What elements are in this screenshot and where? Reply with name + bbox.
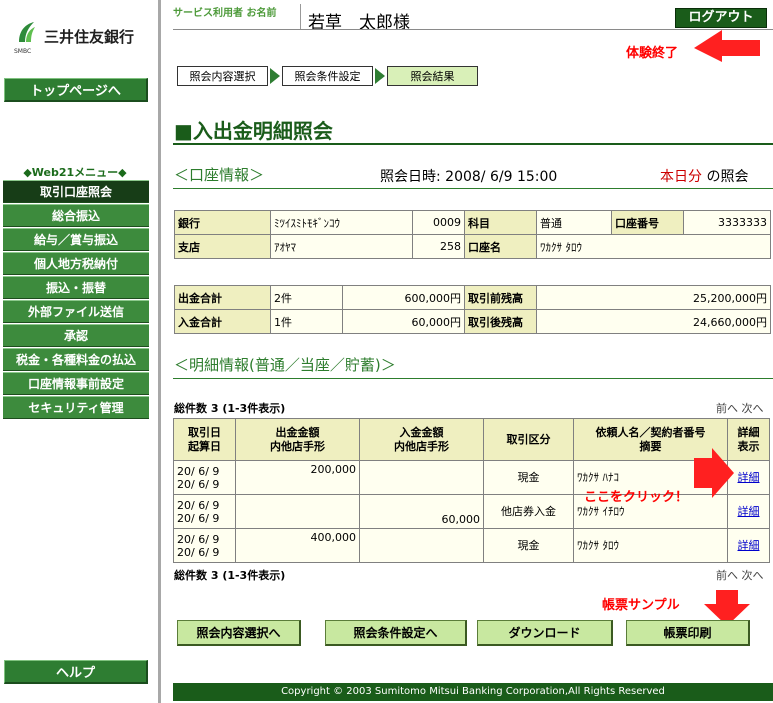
- footer-copyright: Copyright © 2003 Sumitomo Mitsui Banking…: [173, 683, 773, 701]
- row-date: 20/ 6/ 9: [177, 464, 220, 478]
- branch-value: ｱｵﾔﾏ: [270, 234, 413, 259]
- header-rule: [173, 29, 773, 30]
- row-value-date: 20/ 6/ 9: [177, 511, 220, 525]
- row-date: 20/ 6/ 9: [177, 532, 220, 546]
- menu-item-tax-payment[interactable]: 税金・各種料金の払込: [3, 348, 149, 371]
- header-divider: [300, 4, 301, 30]
- account-section-rule: [173, 188, 773, 189]
- back-to-content-button[interactable]: 照会内容選択へ: [177, 620, 301, 646]
- sidebar: SMBC 三井住友銀行 トップページへ ◆Web21メニュー◆ 取引口座照会 総…: [0, 0, 160, 703]
- col-kind: 取引区分: [483, 418, 574, 461]
- account-number-label: 口座番号: [611, 210, 684, 235]
- pager-bottom[interactable]: 前へ 次へ: [716, 567, 764, 583]
- bank-name: 三井住友銀行: [44, 28, 135, 46]
- download-button[interactable]: ダウンロード: [477, 620, 613, 646]
- menu-item-external-file[interactable]: 外部ファイル送信: [3, 300, 149, 323]
- row-value-date: 20/ 6/ 9: [177, 545, 220, 559]
- row-payer: ﾜｶｸｻ ﾀﾛｳ: [573, 528, 728, 563]
- menu-item-transfer[interactable]: 振込・振替: [3, 276, 149, 299]
- menu-item-account-inquiry[interactable]: 取引口座照会: [3, 180, 149, 203]
- balance-before-value: 25,200,000円: [536, 285, 771, 310]
- in-total-count: 1件: [270, 309, 343, 334]
- account-number-value: 3333333: [683, 210, 771, 235]
- print-report-button[interactable]: 帳票印刷: [626, 620, 750, 646]
- in-total-label: 入金合計: [174, 309, 271, 334]
- row-date: 20/ 6/ 9: [177, 498, 220, 512]
- total-count-top: 総件数 3 (1-3件表示): [174, 402, 286, 415]
- page-title: ■入出金明細照会: [174, 119, 333, 143]
- col-date: 取引日 起算日: [173, 418, 236, 461]
- menu-item-local-tax[interactable]: 個人地方税納付: [3, 252, 149, 275]
- step-arrow-icon: [270, 68, 280, 84]
- total-count-bottom: 総件数 3 (1-3件表示): [174, 569, 286, 582]
- pager-top[interactable]: 前へ 次へ: [716, 400, 764, 416]
- side-menu: 取引口座照会 総合振込 給与／賞与振込 個人地方税納付 振込・振替 外部ファイル…: [3, 180, 149, 420]
- sample-note: 帳票サンプル: [602, 598, 680, 613]
- row-kind: 現金: [483, 528, 574, 563]
- menu-item-general-transfer[interactable]: 総合振込: [3, 204, 149, 227]
- detail-link[interactable]: 詳細: [738, 539, 760, 552]
- balance-after-value: 24,660,000円: [536, 309, 771, 334]
- detail-section-rule: [173, 378, 773, 379]
- balance-after-label: 取引後残高: [464, 309, 537, 334]
- detail-section-title: ＜明細情報(普通／当座／貯蓄)＞: [174, 356, 396, 374]
- row-in-other: 60,000: [441, 513, 481, 526]
- bank-value: ﾐﾂｲｽﾐﾄﾓｷﾞﾝｺｳ: [270, 210, 413, 235]
- step-select-content: 照会内容選択: [177, 66, 268, 86]
- row-kind: 現金: [483, 460, 574, 495]
- col-out: 出金金額 内他店手形: [235, 418, 360, 461]
- row-out: 200,000: [310, 463, 357, 476]
- red-arrow-right-icon: [694, 448, 734, 498]
- detail-link[interactable]: 詳細: [738, 471, 760, 484]
- balance-before-label: 取引前残高: [464, 285, 537, 310]
- menu-item-approval[interactable]: 承認: [3, 324, 149, 347]
- bank-label: 銀行: [174, 210, 271, 235]
- branch-label: 支店: [174, 234, 271, 259]
- row-value-date: 20/ 6/ 9: [177, 477, 220, 491]
- logout-button[interactable]: ログアウト: [675, 8, 767, 28]
- inquiry-datetime: 照会日時: 2008/ 6/9 15:00: [380, 169, 558, 185]
- help-button[interactable]: ヘルプ: [4, 660, 148, 684]
- subject-label: 科目: [464, 210, 537, 235]
- red-arrow-icon: [694, 30, 760, 62]
- in-total-amount: 60,000円: [342, 309, 465, 334]
- user-name-label: サービス利用者 お名前: [173, 8, 277, 19]
- account-name-label: 口座名: [464, 234, 537, 259]
- top-page-button[interactable]: トップページへ: [4, 78, 148, 102]
- sidebar-divider: [158, 0, 161, 703]
- account-section-title: ＜口座情報＞: [174, 166, 265, 184]
- detail-link[interactable]: 詳細: [738, 505, 760, 518]
- col-in: 入金金額 内他店手形: [359, 418, 484, 461]
- menu-item-account-presetting[interactable]: 口座情報事前設定: [3, 372, 149, 395]
- out-total-count: 2件: [270, 285, 343, 310]
- back-to-conditions-button[interactable]: 照会条件設定へ: [325, 620, 467, 646]
- bank-code: 0009: [412, 210, 465, 235]
- click-here-note: ここをクリック！: [584, 490, 689, 505]
- row-kind: 他店券入金: [483, 494, 574, 529]
- title-rule: [173, 143, 773, 145]
- totals-table: 出金合計 2件 600,000円 取引前残高 25,200,000円 入金合計 …: [174, 285, 771, 334]
- inquiry-scope: 本日分 の照会: [660, 166, 748, 186]
- step-arrow-icon: [375, 68, 385, 84]
- out-total-amount: 600,000円: [342, 285, 465, 310]
- step-set-conditions: 照会条件設定: [282, 66, 373, 86]
- smbc-logo-icon: [19, 22, 35, 42]
- step-results: 照会結果: [387, 66, 478, 86]
- branch-code: 258: [412, 234, 465, 259]
- table-row: 20/ 6/ 9 20/ 6/ 9 400,000 現金 ﾜｶｸｻ ﾀﾛｳ 詳細: [173, 528, 770, 563]
- menu-item-security[interactable]: セキュリティ管理: [3, 396, 149, 419]
- account-table: 銀行 ﾐﾂｲｽﾐﾄﾓｷﾞﾝｺｳ 0009 科目 普通 口座番号 3333333 …: [174, 210, 771, 259]
- inquiry-scope-today: 本日分: [660, 169, 702, 185]
- row-out: 400,000: [310, 531, 357, 544]
- logo-sub: SMBC: [14, 48, 32, 55]
- step-breadcrumb: 照会内容選択 照会条件設定 照会結果: [177, 66, 478, 86]
- out-total-label: 出金合計: [174, 285, 271, 310]
- menu-item-salary-transfer[interactable]: 給与／賞与振込: [3, 228, 149, 251]
- account-name-value: ﾜｶｸｻ ﾀﾛｳ: [536, 234, 771, 259]
- logout-note: 体験終了: [626, 46, 679, 61]
- inquiry-scope-rest: の照会: [702, 169, 749, 185]
- menu-title: ◆Web21メニュー◆: [23, 166, 127, 179]
- bank-logo: SMBC 三井住友銀行: [14, 20, 154, 64]
- subject-value: 普通: [536, 210, 612, 235]
